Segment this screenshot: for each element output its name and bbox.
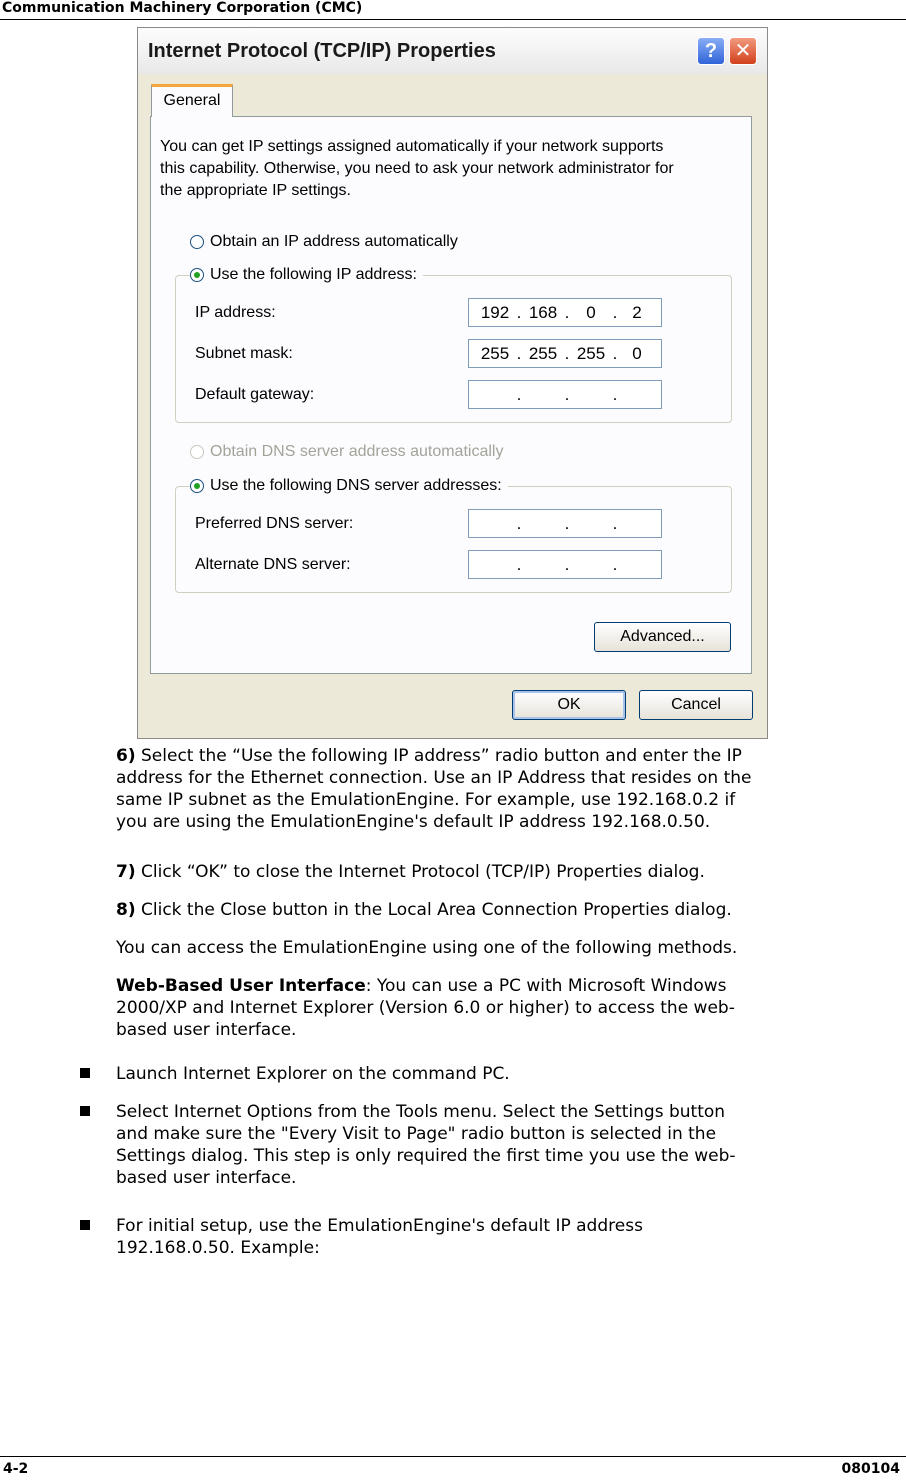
step-text: you are using the EmulationEngine's defa… — [116, 812, 711, 832]
ip-dot: . — [564, 514, 570, 533]
ip-address-label: IP address: — [195, 304, 276, 321]
ip-octet: 168 — [528, 303, 558, 322]
radio-checked-icon — [190, 268, 204, 282]
dialog-title: Internet Protocol (TCP/IP) Properties — [148, 40, 496, 62]
intro-text: You can get IP settings assigned automat… — [160, 136, 720, 202]
preferred-dns-field[interactable]: . . . — [468, 509, 662, 538]
alternate-dns-label: Alternate DNS server: — [195, 556, 351, 573]
ip-dot: . — [564, 555, 570, 574]
radio-disabled-icon — [190, 445, 204, 459]
ip-dot: . — [612, 555, 618, 574]
para-text: For initial setup, use the EmulationEngi… — [116, 1216, 643, 1236]
alternate-dns-field[interactable]: . . . — [468, 550, 662, 579]
ip-address-field[interactable]: 192 . 168 . 0 . 2 — [468, 298, 662, 327]
ok-button[interactable]: OK — [512, 690, 626, 720]
footer-rule — [0, 1456, 906, 1457]
subnet-mask-label: Subnet mask: — [195, 345, 293, 362]
para-text: Select Internet Options from the Tools m… — [116, 1102, 726, 1122]
help-icon: ? — [704, 40, 718, 62]
intro-line: You can get IP settings assigned automat… — [160, 138, 664, 155]
radio-unchecked-icon — [190, 235, 204, 249]
subnet-mask-field[interactable]: 255 . 255 . 255 . 0 — [468, 339, 662, 368]
para-text: : You can use a PC with Microsoft Window… — [365, 976, 727, 996]
ip-dot: . — [516, 555, 522, 574]
ip-dot: . — [516, 344, 522, 363]
para-text: Settings dialog. This step is only requi… — [116, 1146, 736, 1166]
doc-code: 080104 — [841, 1461, 900, 1477]
page-number: 4-2 — [3, 1461, 29, 1477]
ip-octet: 255 — [576, 344, 606, 363]
radio-use-following-dns[interactable]: Use the following DNS server addresses: — [190, 477, 508, 495]
ip-dot: . — [612, 344, 618, 363]
bullet-icon — [80, 1106, 90, 1116]
ip-dot: . — [516, 514, 522, 533]
step-text: Click “OK” to close the Internet Protoco… — [135, 862, 705, 882]
step-text: Select the “Use the following IP address… — [135, 746, 742, 766]
tcpip-properties-dialog: Internet Protocol (TCP/IP) Properties ? … — [137, 27, 768, 739]
radio-label: Obtain an IP address automatically — [210, 233, 458, 250]
intro-line: this capability. Otherwise, you need to … — [160, 160, 674, 177]
default-gateway-label: Default gateway: — [195, 386, 315, 403]
step-number: 8) — [116, 900, 136, 920]
step-number: 6) — [116, 746, 136, 766]
ip-dot: . — [612, 385, 618, 404]
close-icon: ✕ — [734, 40, 752, 62]
radio-obtain-ip-auto[interactable]: Obtain an IP address automatically — [190, 233, 464, 251]
radio-label: Use the following IP address: — [210, 266, 417, 283]
ip-dot: . — [564, 344, 570, 363]
bullet-item-2: Select Internet Options from the Tools m… — [116, 1101, 906, 1189]
ip-octet: 0 — [586, 303, 596, 322]
para-text: based user interface. — [116, 1020, 297, 1040]
preferred-dns-label: Preferred DNS server: — [195, 515, 354, 532]
para-text: 192.168.0.50. Example: — [116, 1238, 320, 1258]
ip-dot: . — [612, 303, 618, 322]
radio-use-following-ip[interactable]: Use the following IP address: — [190, 266, 423, 284]
ip-octet: 255 — [480, 344, 510, 363]
web-heading: Web-Based User Interface — [116, 976, 366, 996]
ip-dot: . — [612, 514, 618, 533]
ip-dot: . — [564, 303, 570, 322]
radio-label: Use the following DNS server addresses: — [210, 477, 502, 494]
para-text: 2000/XP and Internet Explorer (Version 6… — [116, 998, 735, 1018]
company-name: Communication Machinery Corporation (CMC… — [2, 0, 363, 16]
step-text: address for the Ethernet connection. Use… — [116, 768, 752, 788]
step-8: 8) Click the Close button in the Local A… — [116, 899, 906, 921]
para-text: based user interface. — [116, 1168, 297, 1188]
radio-checked-icon — [190, 479, 204, 493]
bullet-icon — [80, 1068, 90, 1078]
bullet-icon — [80, 1220, 90, 1230]
step-text: Click the Close button in the Local Area… — [135, 900, 732, 920]
dialog-titlebar: Internet Protocol (TCP/IP) Properties ? … — [138, 28, 767, 74]
advanced-button[interactable]: Advanced... — [594, 622, 731, 652]
step-text: same IP subnet as the EmulationEngine. F… — [116, 790, 736, 810]
page-header: Communication Machinery Corporation (CMC… — [0, 0, 906, 20]
ip-dot: . — [564, 385, 570, 404]
bullet-item-3: For initial setup, use the EmulationEngi… — [116, 1215, 906, 1259]
tab-general[interactable]: General — [151, 84, 233, 117]
ip-octet: 192 — [480, 303, 510, 322]
ip-octet: 2 — [632, 303, 642, 322]
step-6: 6) Select the “Use the following IP addr… — [116, 745, 906, 833]
ip-octet: 0 — [632, 344, 642, 363]
access-methods-text: You can access the EmulationEngine using… — [116, 938, 738, 958]
cancel-button[interactable]: Cancel — [639, 690, 753, 720]
help-button[interactable]: ? — [697, 37, 725, 65]
ip-dot: . — [516, 385, 522, 404]
close-button[interactable]: ✕ — [729, 37, 757, 65]
step-number: 7) — [116, 862, 136, 882]
intro-line: the appropriate IP settings. — [160, 182, 351, 199]
step-7: 7) Click “OK” to close the Internet Prot… — [116, 861, 906, 883]
web-interface-paragraph: Web-Based User Interface: You can use a … — [116, 975, 906, 1041]
radio-label: Obtain DNS server address automatically — [210, 443, 504, 460]
radio-obtain-dns-auto[interactable]: Obtain DNS server address automatically — [190, 443, 510, 461]
para-text: and make sure the "Every Visit to Page" … — [116, 1124, 717, 1144]
ip-dot: . — [516, 303, 522, 322]
default-gateway-field[interactable]: . . . — [468, 380, 662, 409]
ip-octet: 255 — [528, 344, 558, 363]
bullet-item-1: Launch Internet Explorer on the command … — [116, 1064, 510, 1084]
